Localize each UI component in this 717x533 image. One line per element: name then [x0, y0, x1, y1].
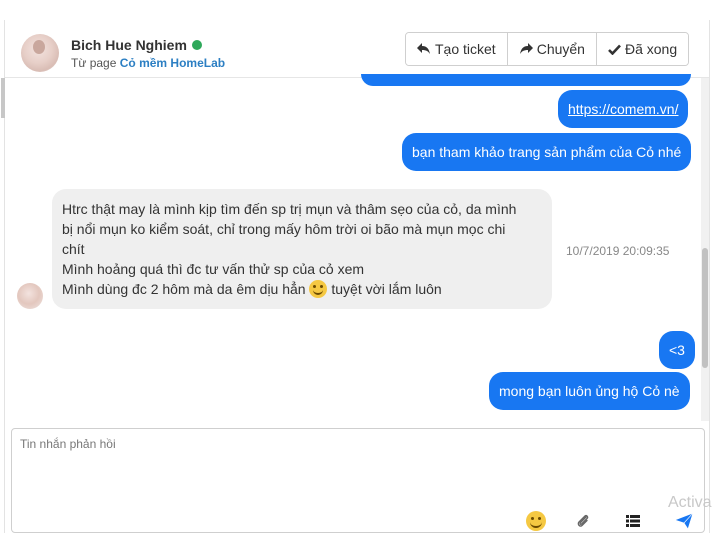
chat-panel: Bich Hue Nghiem Từ page Cỏ mềm HomeLab T… [1, 20, 710, 533]
attach-button[interactable] [571, 509, 595, 533]
forward-icon [519, 43, 533, 54]
top-strip [0, 0, 717, 20]
message-scrollbar[interactable] [701, 78, 709, 421]
scrollbar-thumb[interactable] [702, 248, 708, 368]
activation-watermark: Activa [668, 494, 712, 511]
transfer-label: Chuyển [536, 41, 585, 57]
action-button-group: Tạo ticket Chuyển Đã xong [405, 32, 690, 66]
outgoing-link[interactable]: https://comem.vn/ [568, 101, 678, 117]
online-status-dot [191, 40, 202, 50]
incoming-line: Mình hoảng quá thì đc tư vấn thử sp của … [62, 261, 365, 277]
outgoing-message: <3 [659, 331, 695, 369]
send-button[interactable] [672, 509, 696, 533]
outgoing-message-link: https://comem.vn/ [558, 90, 689, 128]
outgoing-message: mong bạn luôn ủng hộ Cỏ nè [489, 372, 690, 410]
reply-icon [417, 43, 430, 54]
source-prefix: Từ page [71, 56, 117, 70]
incoming-line: Mình dùng đc 2 hôm mà da êm dịu hẳn tuyệ… [62, 279, 542, 299]
transfer-button[interactable]: Chuyển [506, 33, 596, 65]
source-page-link[interactable]: Cỏ mềm HomeLab [120, 56, 225, 70]
done-button[interactable]: Đã xong [595, 33, 689, 65]
outgoing-message: bạn tham khảo trang sản phẩm của Cỏ nhé [402, 133, 692, 171]
check-icon [608, 44, 621, 55]
create-ticket-button[interactable]: Tạo ticket [406, 33, 507, 65]
outgoing-message-text: <3 [669, 342, 685, 358]
reply-input[interactable] [20, 437, 680, 497]
contact-avatar[interactable] [21, 34, 59, 72]
incoming-line: bị nổi mụn ko kiểm soát, chỉ trong mấy h… [62, 221, 506, 237]
outgoing-message-text: mong bạn luôn ủng hộ Cỏ nè [499, 383, 680, 399]
message-timestamp: 10/7/2019 20:09:35 [566, 244, 670, 258]
incoming-text: Mình dùng đc 2 hôm mà da êm dịu hẳn [62, 281, 306, 297]
reply-composer [11, 428, 705, 533]
sender-avatar [17, 283, 43, 309]
contact-name[interactable]: Bich Hue Nghiem [71, 37, 187, 53]
smile-emoji-icon [309, 280, 328, 298]
incoming-line: chít [62, 241, 85, 257]
incoming-message: Htrc thật may là mình kịp tìm đến sp trị… [52, 189, 552, 309]
emoji-button[interactable] [524, 509, 548, 533]
list-icon [626, 515, 640, 527]
done-label: Đã xong [624, 41, 678, 57]
chat-header: Bich Hue Nghiem Từ page Cỏ mềm HomeLab T… [5, 20, 709, 78]
left-scroll-indicator [1, 78, 5, 118]
template-list-button[interactable] [621, 509, 645, 533]
outgoing-message-text: bạn tham khảo trang sản phẩm của Cỏ nhé [412, 144, 682, 160]
outgoing-bubble-partial [361, 74, 691, 86]
incoming-line: Htrc thật may là mình kịp tìm đến sp trị… [62, 201, 517, 217]
emoji-icon [526, 511, 546, 531]
contact-source: Từ page Cỏ mềm HomeLab [71, 56, 225, 70]
create-ticket-label: Tạo ticket [435, 41, 496, 57]
send-icon [675, 513, 693, 529]
contact-name-row: Bich Hue Nghiem [71, 37, 202, 53]
incoming-text: tuyệt vời lắm luôn [331, 281, 442, 297]
paperclip-icon [577, 514, 589, 527]
